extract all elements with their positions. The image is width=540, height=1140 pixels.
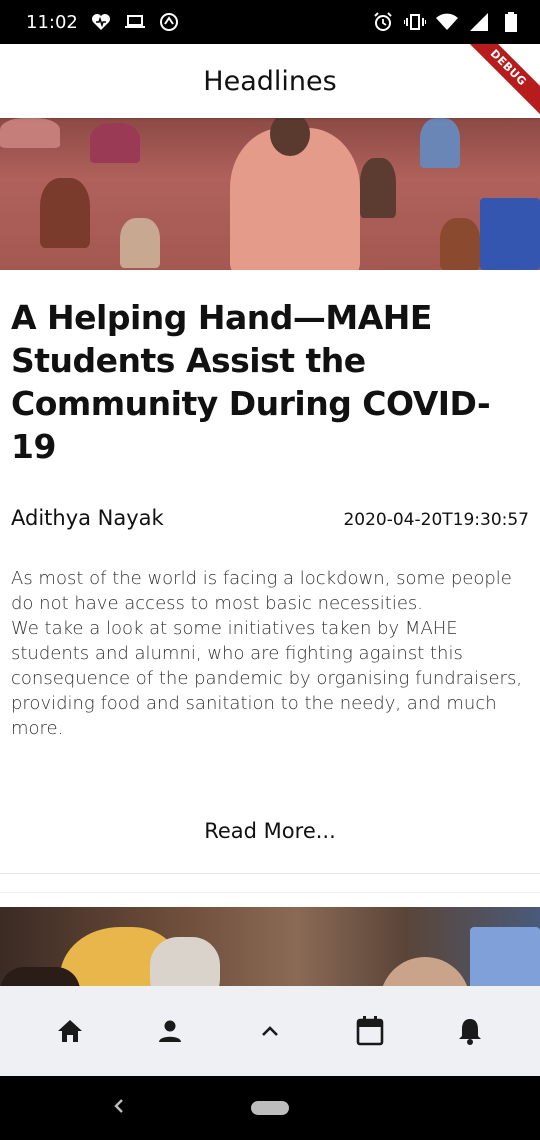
nav-notifications-button[interactable] <box>440 1001 500 1061</box>
divider <box>0 873 540 874</box>
read-more-button[interactable]: Read More... <box>0 819 540 843</box>
summary-paragraph-2: We take a look at some initiatives taken… <box>11 618 523 739</box>
vibrate-icon <box>404 11 426 33</box>
bottom-navigation <box>0 986 540 1076</box>
nav-profile-button[interactable] <box>140 1001 200 1061</box>
chevron-left-icon <box>114 1099 123 1113</box>
article-image <box>0 118 540 270</box>
person-icon <box>159 1020 181 1042</box>
nav-calendar-button[interactable] <box>340 1001 400 1061</box>
system-navigation-bar <box>0 1076 540 1140</box>
signal-icon <box>468 11 490 33</box>
app-bar: Headlines DEBUG <box>0 44 540 118</box>
article-meta: Adithya Nayak 2020-04-20T19:30:57 <box>0 468 540 530</box>
article-timestamp: 2020-04-20T19:30:57 <box>343 510 529 530</box>
wifi-icon <box>436 11 458 33</box>
status-bar-left: 11:02 <box>26 11 180 33</box>
summary-paragraph-1: As most of the world is facing a lockdow… <box>11 568 512 614</box>
article-image[interactable] <box>0 907 540 986</box>
laptop-icon <box>124 11 146 33</box>
alarm-icon <box>372 11 394 33</box>
system-back-button[interactable] <box>112 1096 132 1120</box>
heart-icon <box>90 11 112 33</box>
article-card[interactable]: A Helping Hand—MAHE Students Assist the … <box>0 118 540 893</box>
system-home-button[interactable] <box>251 1101 289 1115</box>
sync-icon <box>158 11 180 33</box>
status-bar-right <box>372 11 522 33</box>
battery-icon <box>500 11 522 33</box>
page-title: Headlines <box>203 65 337 97</box>
article-summary: As most of the world is facing a lockdow… <box>0 530 540 741</box>
article-author: Adithya Nayak <box>11 506 164 530</box>
headlines-feed[interactable]: A Helping Hand—MAHE Students Assist the … <box>0 118 540 986</box>
nav-home-button[interactable] <box>40 1001 100 1061</box>
status-bar: 11:02 <box>0 0 540 44</box>
status-time: 11:02 <box>26 11 78 33</box>
divider <box>0 892 540 893</box>
debug-banner: DEBUG <box>451 44 540 118</box>
nav-expand-button[interactable] <box>240 1001 300 1061</box>
calendar-icon <box>356 1016 384 1046</box>
home-icon <box>58 1020 82 1042</box>
bell-icon <box>459 1019 481 1045</box>
chevron-up-icon <box>262 1026 278 1036</box>
article-title[interactable]: A Helping Hand—MAHE Students Assist the … <box>0 270 540 468</box>
